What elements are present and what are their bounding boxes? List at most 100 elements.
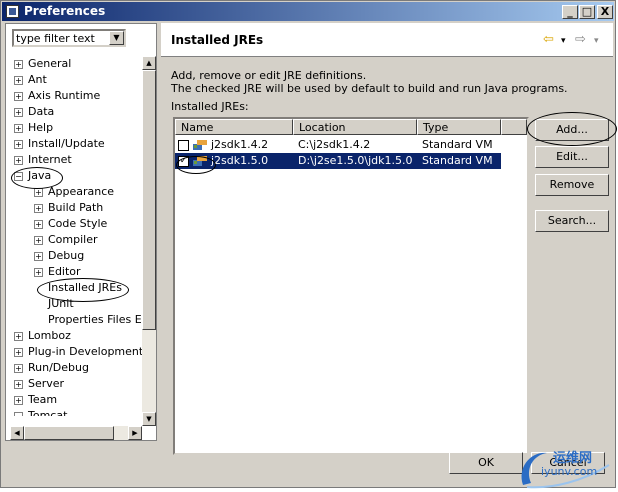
expand-icon[interactable]: + bbox=[14, 363, 23, 373]
scroll-thumb[interactable] bbox=[142, 70, 156, 330]
ok-button[interactable]: OK bbox=[449, 452, 523, 474]
expand-icon[interactable]: + bbox=[14, 59, 23, 69]
tree-item-label: Installed JREs bbox=[48, 281, 122, 294]
tree-horizontal-scrollbar[interactable]: ◀ ▶ bbox=[10, 426, 142, 440]
expand-icon[interactable]: + bbox=[14, 395, 23, 405]
tree-item[interactable]: + Debug bbox=[34, 248, 84, 264]
tree-item[interactable]: Installed JREs bbox=[34, 280, 122, 296]
page-description-2: The checked JRE will be used by default … bbox=[171, 82, 568, 95]
page-header: Installed JREs ⇦ ▾ ⇨ ▾ bbox=[161, 23, 613, 57]
tree-item[interactable]: + Internet bbox=[14, 152, 72, 168]
tree-item[interactable]: + Appearance bbox=[34, 184, 114, 200]
table-row-selected[interactable]: ✓ j2sdk1.5.0 D:\j2se1.5.0\jdk1.5.0 Stand… bbox=[175, 153, 501, 169]
close-button[interactable]: X bbox=[597, 5, 613, 19]
forward-arrow-icon[interactable]: ⇨ bbox=[575, 32, 586, 47]
preferences-window: Preferences _ □ X ▼ + General + Ant + Axis Ru… bbox=[0, 0, 617, 489]
row-checkbox[interactable] bbox=[178, 140, 189, 151]
tree-item[interactable]: + Compiler bbox=[34, 232, 98, 248]
expand-icon[interactable]: + bbox=[14, 75, 23, 85]
preference-tree-panel: ▼ + General + Ant + Axis Runtime + Data + Help + In… bbox=[5, 23, 157, 441]
table-row[interactable]: j2sdk1.4.2 C:\j2sdk1.4.2 Standard VM bbox=[175, 137, 501, 153]
expand-icon[interactable]: + bbox=[34, 187, 43, 197]
tree-vertical-scrollbar[interactable]: ▲ ▼ bbox=[142, 56, 156, 426]
tree-item[interactable]: + Data bbox=[14, 104, 54, 120]
tree-item-label: Build Path bbox=[48, 201, 104, 214]
expand-icon[interactable]: + bbox=[34, 267, 43, 277]
collapse-icon[interactable]: − bbox=[14, 411, 23, 416]
add-button[interactable]: Add... bbox=[535, 119, 609, 141]
maximize-button[interactable]: □ bbox=[579, 5, 595, 19]
search-button[interactable]: Search... bbox=[535, 210, 609, 232]
tree-item-label: Properties Files Edi bbox=[48, 313, 142, 326]
scroll-down-icon[interactable]: ▼ bbox=[142, 412, 156, 426]
back-arrow-icon[interactable]: ⇦ bbox=[543, 32, 554, 47]
column-header-location[interactable]: Location bbox=[293, 119, 417, 135]
window-title: Preferences bbox=[24, 4, 106, 18]
column-header-name[interactable]: Name bbox=[175, 119, 293, 135]
tree-item[interactable]: − Tomcat bbox=[14, 408, 67, 416]
expand-icon[interactable]: + bbox=[34, 219, 43, 229]
tree-item[interactable]: JUnit bbox=[34, 296, 74, 312]
scroll-up-icon[interactable]: ▲ bbox=[142, 56, 156, 70]
tree-item[interactable]: + Plug-in Development bbox=[14, 344, 142, 360]
expand-icon[interactable]: + bbox=[14, 347, 23, 357]
filter-combo[interactable]: ▼ bbox=[12, 29, 126, 47]
tree-item[interactable]: + Editor bbox=[34, 264, 81, 280]
forward-menu-icon[interactable]: ▾ bbox=[594, 36, 599, 46]
row-name: j2sdk1.5.0 bbox=[211, 154, 269, 167]
column-header-filler bbox=[501, 119, 527, 135]
row-location: D:\j2se1.5.0\jdk1.5.0 bbox=[298, 154, 413, 167]
hscroll-thumb[interactable] bbox=[24, 426, 114, 440]
tree-item[interactable]: + General bbox=[14, 56, 71, 72]
column-header-type[interactable]: Type bbox=[417, 119, 501, 135]
scroll-right-icon[interactable]: ▶ bbox=[128, 426, 142, 440]
minimize-button[interactable]: _ bbox=[562, 5, 578, 19]
tree-item-label: Appearance bbox=[48, 185, 115, 198]
tree-item-label: Tomcat bbox=[28, 409, 68, 416]
tree-item[interactable]: + Help bbox=[14, 120, 53, 136]
expand-icon[interactable]: + bbox=[14, 379, 23, 389]
row-checkbox[interactable]: ✓ bbox=[178, 156, 189, 167]
jre-icon bbox=[193, 156, 207, 166]
tree-item-label: Ant bbox=[28, 73, 47, 86]
expand-icon[interactable]: + bbox=[34, 203, 43, 213]
tree-item[interactable]: + Install/Update bbox=[14, 136, 105, 152]
expand-icon[interactable]: + bbox=[14, 139, 23, 149]
tree-item[interactable]: + Run/Debug bbox=[14, 360, 89, 376]
tree-item-label: General bbox=[28, 57, 72, 70]
tree-item[interactable]: + Team bbox=[14, 392, 57, 408]
expand-icon[interactable]: + bbox=[34, 235, 43, 245]
expand-icon[interactable]: + bbox=[34, 251, 43, 261]
tree-item[interactable]: + Axis Runtime bbox=[14, 88, 100, 104]
expand-icon[interactable]: + bbox=[14, 123, 23, 133]
expand-icon[interactable]: + bbox=[14, 331, 23, 341]
tree-item[interactable]: − Java bbox=[14, 168, 51, 184]
chevron-down-icon[interactable]: ▼ bbox=[109, 31, 124, 45]
tree-item-label: Compiler bbox=[48, 233, 98, 246]
tree-item[interactable]: + Server bbox=[14, 376, 64, 392]
preference-page: Installed JREs ⇦ ▾ ⇨ ▾ Add, remove or ed… bbox=[161, 23, 613, 455]
tree-item[interactable]: Properties Files Edi bbox=[34, 312, 142, 328]
expand-icon[interactable]: + bbox=[14, 155, 23, 165]
row-type: Standard VM bbox=[422, 138, 493, 151]
jre-table[interactable]: Name Location Type j2sdk1.4.2 C:\j2sdk1.… bbox=[173, 117, 529, 455]
tree-item[interactable]: + Code Style bbox=[34, 216, 107, 232]
tree-item[interactable]: + Lomboz bbox=[14, 328, 71, 344]
expand-icon[interactable]: + bbox=[14, 107, 23, 117]
edit-button[interactable]: Edit... bbox=[535, 146, 609, 168]
filter-input[interactable] bbox=[14, 31, 112, 45]
collapse-icon[interactable]: − bbox=[14, 171, 23, 181]
jre-icon bbox=[193, 140, 207, 150]
expand-icon[interactable]: + bbox=[14, 91, 23, 101]
preference-tree: + General + Ant + Axis Runtime + Data + Help + Inst… bbox=[6, 56, 142, 416]
scroll-left-icon[interactable]: ◀ bbox=[10, 426, 24, 440]
tree-item[interactable]: + Ant bbox=[14, 72, 47, 88]
remove-button[interactable]: Remove bbox=[535, 174, 609, 196]
tree-item-label: Internet bbox=[28, 153, 72, 166]
tree-item-label: Java bbox=[28, 169, 52, 182]
search-button-label: Search... bbox=[547, 214, 597, 227]
tree-item-label: Help bbox=[28, 121, 54, 134]
back-menu-icon[interactable]: ▾ bbox=[561, 36, 566, 46]
tree-item[interactable]: + Build Path bbox=[34, 200, 103, 216]
title-bar[interactable]: Preferences _ □ X bbox=[2, 2, 614, 21]
